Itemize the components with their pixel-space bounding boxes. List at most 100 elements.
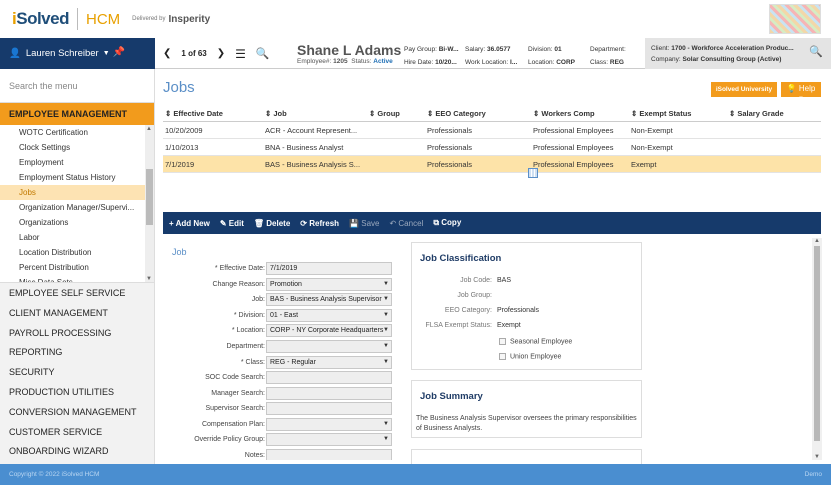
sidebar-item-payroll-processing[interactable]: PAYROLL PROCESSING xyxy=(0,323,154,343)
partner-logo: Insperity xyxy=(168,13,211,25)
calendar-icon[interactable] xyxy=(528,168,538,178)
employee-name: Shane L Adams xyxy=(297,42,402,58)
pin-icon[interactable]: 📌 xyxy=(113,47,125,58)
chevron-down-icon: ▼ xyxy=(383,312,389,318)
search-icon[interactable]: 🔍 xyxy=(809,47,823,58)
notes-row: Notes: xyxy=(163,449,393,460)
sidebar-item-employee-self-service[interactable]: EMPLOYEE SELF SERVICE xyxy=(0,283,154,303)
notes-field[interactable] xyxy=(266,449,392,460)
submenu-scrollbar[interactable]: ▲ ▼ xyxy=(145,125,154,282)
supervisor-search-input[interactable] xyxy=(266,402,392,415)
detail-scroll-thumb[interactable] xyxy=(814,246,820,441)
sidebar-item-employment-status-history[interactable]: Employment Status History xyxy=(0,170,154,185)
sidebar-item-reporting[interactable]: REPORTING xyxy=(0,342,154,362)
add-new-button[interactable]: + Add New xyxy=(169,219,210,228)
sidebar-item-conversion-management[interactable]: CONVERSION MANAGEMENT xyxy=(0,402,154,422)
employee-navigator: ❮ 1 of 63 ❯ ☰ 🔍 xyxy=(163,38,270,69)
section-employee-management[interactable]: EMPLOYEE MANAGEMENT xyxy=(0,103,154,125)
cancel-button[interactable]: ↶ Cancel xyxy=(389,219,423,228)
sidebar-item-labor[interactable]: Labor xyxy=(0,230,154,245)
manager-search-input[interactable] xyxy=(266,387,392,400)
sidebar-item-wotc-certification[interactable]: WOTC Certification xyxy=(0,125,154,140)
employee-header: 👤 Lauren Schreiber ▼ 📌 ❮ 1 of 63 ❯ ☰ 🔍 S… xyxy=(0,38,831,69)
sidebar-item-misc-data-sets[interactable]: Misc Data Sets xyxy=(0,275,154,282)
override-policy-group-row: Override Policy Group: ▼ xyxy=(163,433,393,448)
sidebar-item-customer-service[interactable]: CUSTOMER SERVICE xyxy=(0,422,154,442)
user-menu[interactable]: 👤 Lauren Schreiber ▼ 📌 xyxy=(0,38,155,69)
previous-employee-button[interactable]: ❮ xyxy=(163,48,171,59)
scroll-down-icon[interactable]: ▼ xyxy=(146,276,152,282)
column-header-exempt-status[interactable]: ⇕ Exempt Status xyxy=(629,109,727,118)
chevron-down-icon: ▼ xyxy=(798,96,804,102)
next-employee-button[interactable]: ❯ xyxy=(217,48,225,59)
table-row-selected[interactable]: 7/1/2019 BAS - Business Analysis S... Pr… xyxy=(163,156,821,173)
sidebar-item-onboarding-wizard[interactable]: ONBOARDING WIZARD xyxy=(0,441,154,461)
client-company-selector[interactable]: Client: 1700 - Workforce Acceleration Pr… xyxy=(645,38,831,69)
division-row: * Division: 01 - East ▼ xyxy=(163,309,393,324)
refresh-button[interactable]: ⟳ Refresh xyxy=(300,219,339,228)
column-header-eeo-category[interactable]: ⇕ EEO Category xyxy=(425,109,531,118)
detail-scrollbar[interactable]: ▲ ▼ xyxy=(812,238,822,460)
job-summary-panel: Job Summary The Business Analysis Superv… xyxy=(411,380,642,438)
employee-management-submenu: WOTC Certification Clock Settings Employ… xyxy=(0,125,154,283)
submenu-scroll-thumb[interactable] xyxy=(146,169,153,225)
user-icon: 👤 xyxy=(9,48,21,59)
table-row[interactable]: 1/10/2013 BNA - Business Analyst Profess… xyxy=(163,139,821,156)
sidebar-item-client-management[interactable]: CLIENT MANAGEMENT xyxy=(0,303,154,323)
soc-code-row: SOC Code Search: xyxy=(163,371,393,386)
location-select[interactable]: CORP - NY Corporate Headquarters ▼ xyxy=(266,324,392,337)
class-select[interactable]: REG - Regular ▼ xyxy=(266,356,392,369)
department-select[interactable]: ▼ xyxy=(266,340,392,353)
column-header-effective-date[interactable]: ⇕ Effective Date xyxy=(163,109,263,118)
division-select[interactable]: 01 - East ▼ xyxy=(266,309,392,322)
sidebar-item-security[interactable]: SECURITY xyxy=(0,362,154,382)
sidebar-item-organizations[interactable]: Organizations xyxy=(0,215,154,230)
sidebar-item-jobs[interactable]: Jobs xyxy=(0,185,154,200)
scroll-up-icon[interactable]: ▲ xyxy=(146,126,152,132)
search-icon[interactable]: 🔍 xyxy=(256,47,270,60)
column-header-job[interactable]: ⇕ Job xyxy=(263,109,367,118)
record-toolbar: + Add New ✎ Edit 🗑 Delete ⟳ Refresh 💾 Sa… xyxy=(163,212,821,234)
chevron-down-icon: ▼ xyxy=(102,50,110,57)
delete-button[interactable]: 🗑 Delete xyxy=(254,219,290,228)
sidebar-item-organization-manager[interactable]: Organization Manager/Supervi... xyxy=(0,200,154,215)
soc-code-search-input[interactable] xyxy=(266,371,392,384)
page-title: Jobs xyxy=(163,79,195,96)
sidebar-item-location-distribution[interactable]: Location Distribution xyxy=(0,245,154,260)
copy-button[interactable]: ⧉ Copy xyxy=(433,218,461,228)
sidebar-item-employment[interactable]: Employment xyxy=(0,155,154,170)
seasonal-employee-checkbox[interactable]: Seasonal Employee xyxy=(499,338,572,345)
status-badge: Active xyxy=(373,58,393,65)
edit-button[interactable]: ✎ Edit xyxy=(220,219,244,228)
brand-bar: iSolved HCM Delivered by Insperity xyxy=(0,0,831,38)
department-row: Department: ▼ xyxy=(163,340,393,355)
union-employee-checkbox[interactable]: Union Employee xyxy=(499,353,561,360)
plus-icon: + xyxy=(169,218,174,228)
column-header-salary-grade[interactable]: ⇕ Salary Grade xyxy=(727,109,821,118)
change-reason-row: Change Reason: Promotion ▼ xyxy=(163,278,393,293)
scroll-down-icon[interactable]: ▼ xyxy=(814,454,820,460)
save-button[interactable]: 💾 Save xyxy=(349,219,379,228)
footer: Copyright © 2022 iSolved HCM Demo xyxy=(0,464,831,485)
list-icon[interactable]: ☰ xyxy=(235,47,246,61)
isolved-university-button[interactable]: iSolved University xyxy=(711,82,777,97)
chevron-down-icon: ▼ xyxy=(383,359,389,365)
scroll-up-icon[interactable]: ▲ xyxy=(814,238,820,244)
change-reason-select[interactable]: Promotion ▼ xyxy=(266,278,392,291)
help-button[interactable]: 💡 Help ▼ xyxy=(781,82,821,102)
override-policy-group-select[interactable]: ▼ xyxy=(266,433,392,446)
sidebar-item-production-utilities[interactable]: PRODUCTION UTILITIES xyxy=(0,382,154,402)
environment-label: Demo xyxy=(804,471,822,478)
effective-date-field[interactable]: 7/1/2019 xyxy=(266,262,392,275)
next-panel xyxy=(411,449,642,464)
table-row[interactable]: 10/20/2009 ACR - Account Represent... Pr… xyxy=(163,122,821,139)
menu-search-input[interactable]: Search the menu xyxy=(0,69,154,103)
column-header-group[interactable]: ⇕ Group xyxy=(367,109,425,118)
sidebar-item-percent-distribution[interactable]: Percent Distribution xyxy=(0,260,154,275)
effective-date-row: * Effective Date: 7/1/2019 xyxy=(163,262,393,277)
chevron-down-icon: ▼ xyxy=(383,327,389,333)
sidebar-item-clock-settings[interactable]: Clock Settings xyxy=(0,140,154,155)
job-select[interactable]: BAS - Business Analysis Supervisor ▼ xyxy=(266,293,392,306)
column-header-workers-comp[interactable]: ⇕ Workers Comp xyxy=(531,109,629,118)
compensation-plan-select[interactable]: ▼ xyxy=(266,418,392,431)
